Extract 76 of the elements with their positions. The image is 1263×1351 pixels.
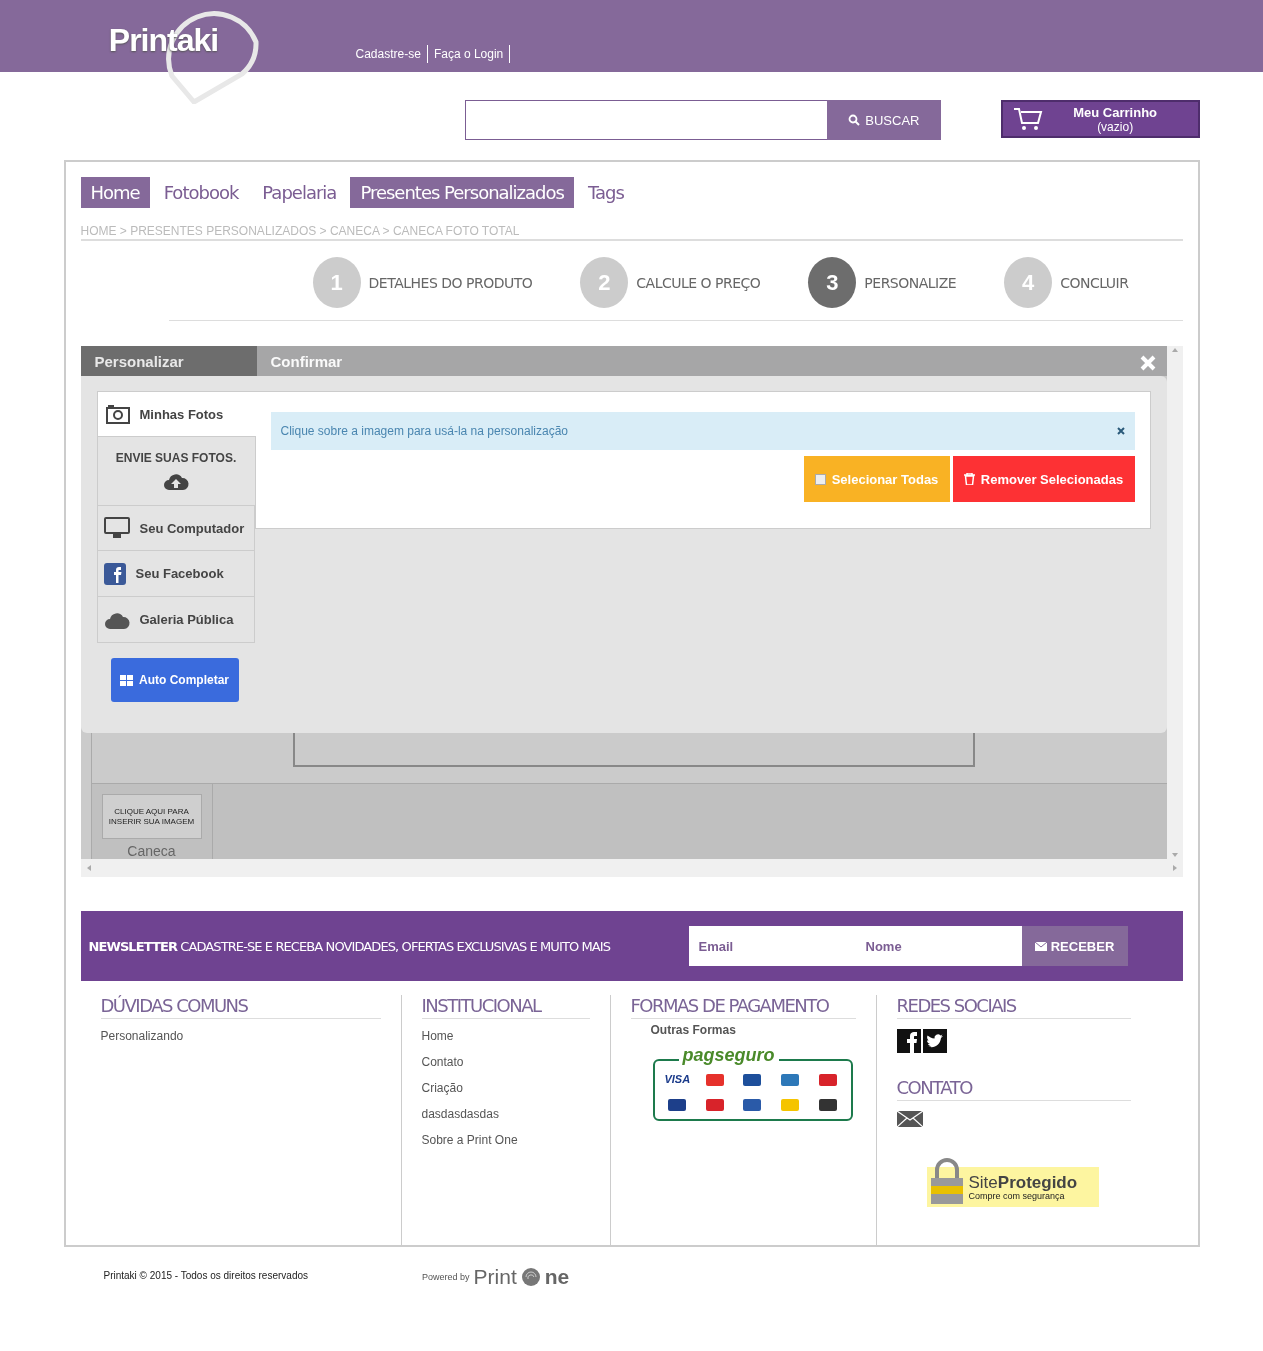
upload-heading: ENVIE SUAS FOTOS. [115, 451, 237, 465]
fingerprint-icon [520, 1267, 541, 1287]
footer-link[interactable]: Sobre a Print One [421, 1127, 590, 1153]
column-heading: CONTATO [896, 1077, 1131, 1101]
footer-link[interactable]: Home [421, 1023, 590, 1049]
seal-subtitle: Compre com segurança [968, 1190, 1065, 1201]
card-logo-icon [816, 1098, 839, 1112]
nav-tab[interactable]: Home [80, 177, 150, 208]
newsletter-title: NEWSLETTER CADASTRE-SE E RECEBA NOVIDADES, OFERTAS EXCLUSIVAS E MUITO MAIS [88, 938, 611, 954]
card-logo-icon [779, 1098, 802, 1112]
card-logo-icon [779, 1073, 802, 1087]
nav-tab[interactable]: Tags [577, 177, 634, 208]
name-field[interactable]: Nome [855, 926, 1022, 966]
thumbnail[interactable]: CLIQUE AQUI PARA INSERIR SUA IMAGEM [101, 794, 202, 839]
facebook-icon[interactable] [896, 1029, 921, 1053]
card-logo-icon [666, 1098, 689, 1112]
checkbox[interactable] [814, 473, 826, 485]
cart-icon [1012, 107, 1043, 131]
footer-link[interactable]: Contato [421, 1049, 590, 1075]
search-icon [848, 114, 861, 126]
subscribe-button[interactable]: RECEBER [1021, 926, 1128, 966]
auto-complete-button[interactable]: Auto Completar [110, 658, 239, 702]
card-logo-icon [741, 1073, 764, 1087]
card-logo-icon [703, 1098, 726, 1112]
close-icon[interactable] [1116, 427, 1125, 435]
header-link[interactable]: Cadastre-se [355, 45, 428, 63]
column-heading: REDES SOCIAIS [896, 995, 1131, 1019]
nav-tab[interactable]: Fotobook [153, 177, 249, 208]
footer-link[interactable]: Criação [421, 1075, 590, 1101]
step-label: DETALHES DO PRODUTO [368, 274, 533, 291]
trash-icon [963, 473, 975, 485]
payment-subtitle: Outras Formas [650, 1023, 737, 1037]
source-tab[interactable]: Minhas Fotos [96, 391, 256, 437]
source-item[interactable]: Galeria Pública [96, 597, 255, 643]
scroll-right-icon[interactable] [1170, 864, 1179, 872]
step-label: PERSONALIZE [864, 274, 957, 291]
header-link[interactable]: Faça o Login [427, 45, 511, 63]
remove-selected-button[interactable]: Remover Selecionadas [952, 456, 1135, 502]
facebook-icon [103, 562, 126, 585]
card-logo-icon [703, 1073, 726, 1087]
powered-by: Powered by [422, 1272, 470, 1282]
editor-tab[interactable]: Personalizar [80, 346, 257, 376]
step-label: CONCLUIR [1060, 274, 1129, 291]
envelope-icon [1034, 941, 1047, 951]
brand-logo-text: Print [473, 1265, 517, 1289]
step-number: 3 [808, 257, 857, 308]
column-heading: DÚVIDAS COMUNS [100, 995, 381, 1019]
source-item[interactable]: Seu Facebook [96, 551, 255, 597]
seal-title: SiteProtegido [968, 1173, 1078, 1191]
search-field[interactable] [464, 100, 827, 140]
nav-tab[interactable]: Presentes Personalizados [350, 177, 574, 208]
footer-link[interactable]: dasdasdasdas [421, 1101, 590, 1127]
footer-link[interactable]: Personalizando [100, 1023, 381, 1049]
thumbnail-label: Caneca [127, 843, 176, 859]
twitter-icon[interactable] [922, 1029, 947, 1053]
grid-icon [120, 674, 133, 686]
card-logo-icon [816, 1073, 839, 1087]
card-logo-icon [741, 1098, 764, 1112]
column-heading: FORMAS DE PAGAMENTO [630, 995, 856, 1019]
source-item[interactable]: Seu Computador [96, 505, 255, 551]
column-heading: INSTITUCIONAL [421, 995, 590, 1019]
envelope-icon[interactable] [896, 1111, 923, 1127]
breadcrumb: HOME > PRESENTES PERSONALIZADOS > CANECA > CANECA FOTO TOTAL [80, 224, 520, 238]
scroll-up-icon[interactable] [1170, 346, 1179, 354]
monitor-icon [103, 517, 130, 539]
step-label: CALCULE O PREÇO [636, 274, 761, 291]
cloud-upload-icon [163, 471, 189, 491]
alert-text: Clique sobre a imagem para usá-la na personalização [280, 424, 568, 438]
nav-tab[interactable]: Papelaria [252, 177, 347, 208]
cart-button[interactable]: Meu Carrinho (vazio) [1000, 100, 1200, 138]
card-brand: VISA [664, 1073, 691, 1087]
camera-icon [105, 404, 130, 424]
email-field[interactable]: Email [688, 926, 856, 966]
copyright: Printaki © 2015 - Todos os direitos reservados [103, 1270, 308, 1281]
brand-logo-text: ne [544, 1265, 570, 1289]
search-button[interactable]: BUSCAR [826, 100, 941, 140]
